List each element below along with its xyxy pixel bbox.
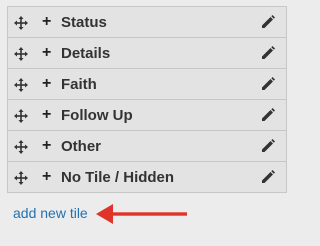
move-handle-icon[interactable] <box>14 140 28 154</box>
pencil-icon[interactable] <box>260 169 276 185</box>
tile-row-other[interactable]: + Other <box>7 130 287 162</box>
tile-row-faith[interactable]: + Faith <box>7 68 287 100</box>
tile-label: Details <box>61 45 111 62</box>
expand-plus-icon[interactable]: + <box>42 138 51 154</box>
expand-plus-icon[interactable]: + <box>42 76 51 92</box>
expand-plus-icon[interactable]: + <box>42 14 51 30</box>
add-new-tile-link[interactable]: add new tile <box>13 205 88 221</box>
tile-row-follow-up[interactable]: + Follow Up <box>7 99 287 131</box>
tile-label: Follow Up <box>61 107 133 124</box>
move-handle-icon[interactable] <box>14 109 28 123</box>
tile-row-status[interactable]: + Status <box>7 6 287 38</box>
pencil-icon[interactable] <box>260 76 276 92</box>
expand-plus-icon[interactable]: + <box>42 169 51 185</box>
tile-label: Faith <box>61 76 97 93</box>
pencil-icon[interactable] <box>260 138 276 154</box>
pencil-icon[interactable] <box>260 107 276 123</box>
move-handle-icon[interactable] <box>14 16 28 30</box>
move-handle-icon[interactable] <box>14 78 28 92</box>
tile-list: + Status + Details + Faith + Follow Up +… <box>7 6 287 193</box>
tile-label: Status <box>61 14 107 31</box>
tile-label: Other <box>61 138 102 155</box>
tile-label: No Tile / Hidden <box>61 169 175 186</box>
arrow-left-icon <box>96 204 187 224</box>
expand-plus-icon[interactable]: + <box>42 45 51 61</box>
move-handle-icon[interactable] <box>14 47 28 61</box>
tile-row-no-tile-hidden[interactable]: + No Tile / Hidden <box>7 161 287 193</box>
move-handle-icon[interactable] <box>14 171 28 185</box>
expand-plus-icon[interactable]: + <box>42 107 51 123</box>
pencil-icon[interactable] <box>260 14 276 30</box>
pencil-icon[interactable] <box>260 45 276 61</box>
tile-row-details[interactable]: + Details <box>7 37 287 69</box>
